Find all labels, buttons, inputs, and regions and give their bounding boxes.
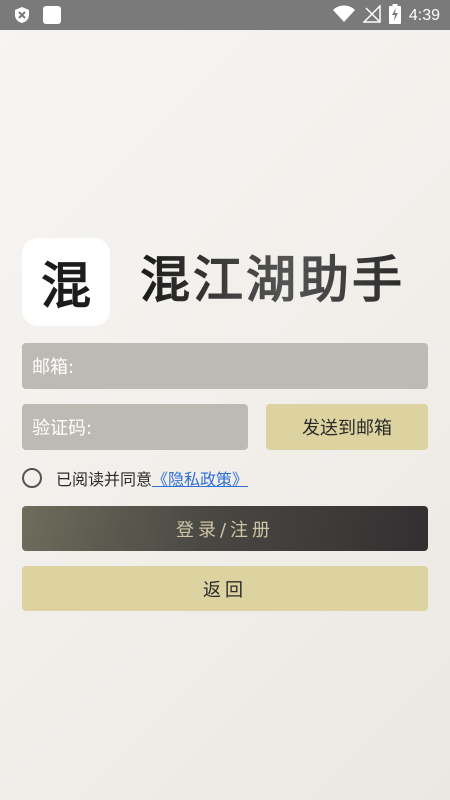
email-label: 邮箱:: [32, 357, 75, 378]
agree-row: 已阅读并同意 《隐私政策》: [22, 466, 248, 490]
login-register-button[interactable]: 登录/注册: [22, 506, 428, 551]
signal-icon: [362, 4, 381, 27]
app-title: 混江湖助手: [140, 251, 405, 309]
status-bar: 4:39: [0, 0, 450, 30]
send-code-button[interactable]: 发送到邮箱: [266, 404, 428, 450]
app-square-icon: [42, 5, 62, 29]
wifi-icon: [332, 5, 355, 27]
battery-charging-icon: [388, 4, 401, 28]
code-field[interactable]: 验证码:: [22, 404, 248, 450]
app-logo: 混: [22, 238, 110, 326]
logo-char: 混: [41, 257, 91, 315]
status-time: 4:39: [408, 7, 440, 24]
code-input[interactable]: [92, 404, 248, 450]
privacy-policy-link[interactable]: 《隐私政策》: [152, 466, 248, 490]
back-button[interactable]: 返回: [22, 566, 428, 611]
agree-radio[interactable]: [22, 468, 42, 488]
email-field[interactable]: 邮箱:: [22, 343, 428, 389]
agree-text: 已阅读并同意: [56, 470, 153, 489]
shield-icon: [14, 6, 30, 28]
code-label: 验证码:: [32, 418, 93, 439]
email-input[interactable]: [74, 343, 428, 389]
